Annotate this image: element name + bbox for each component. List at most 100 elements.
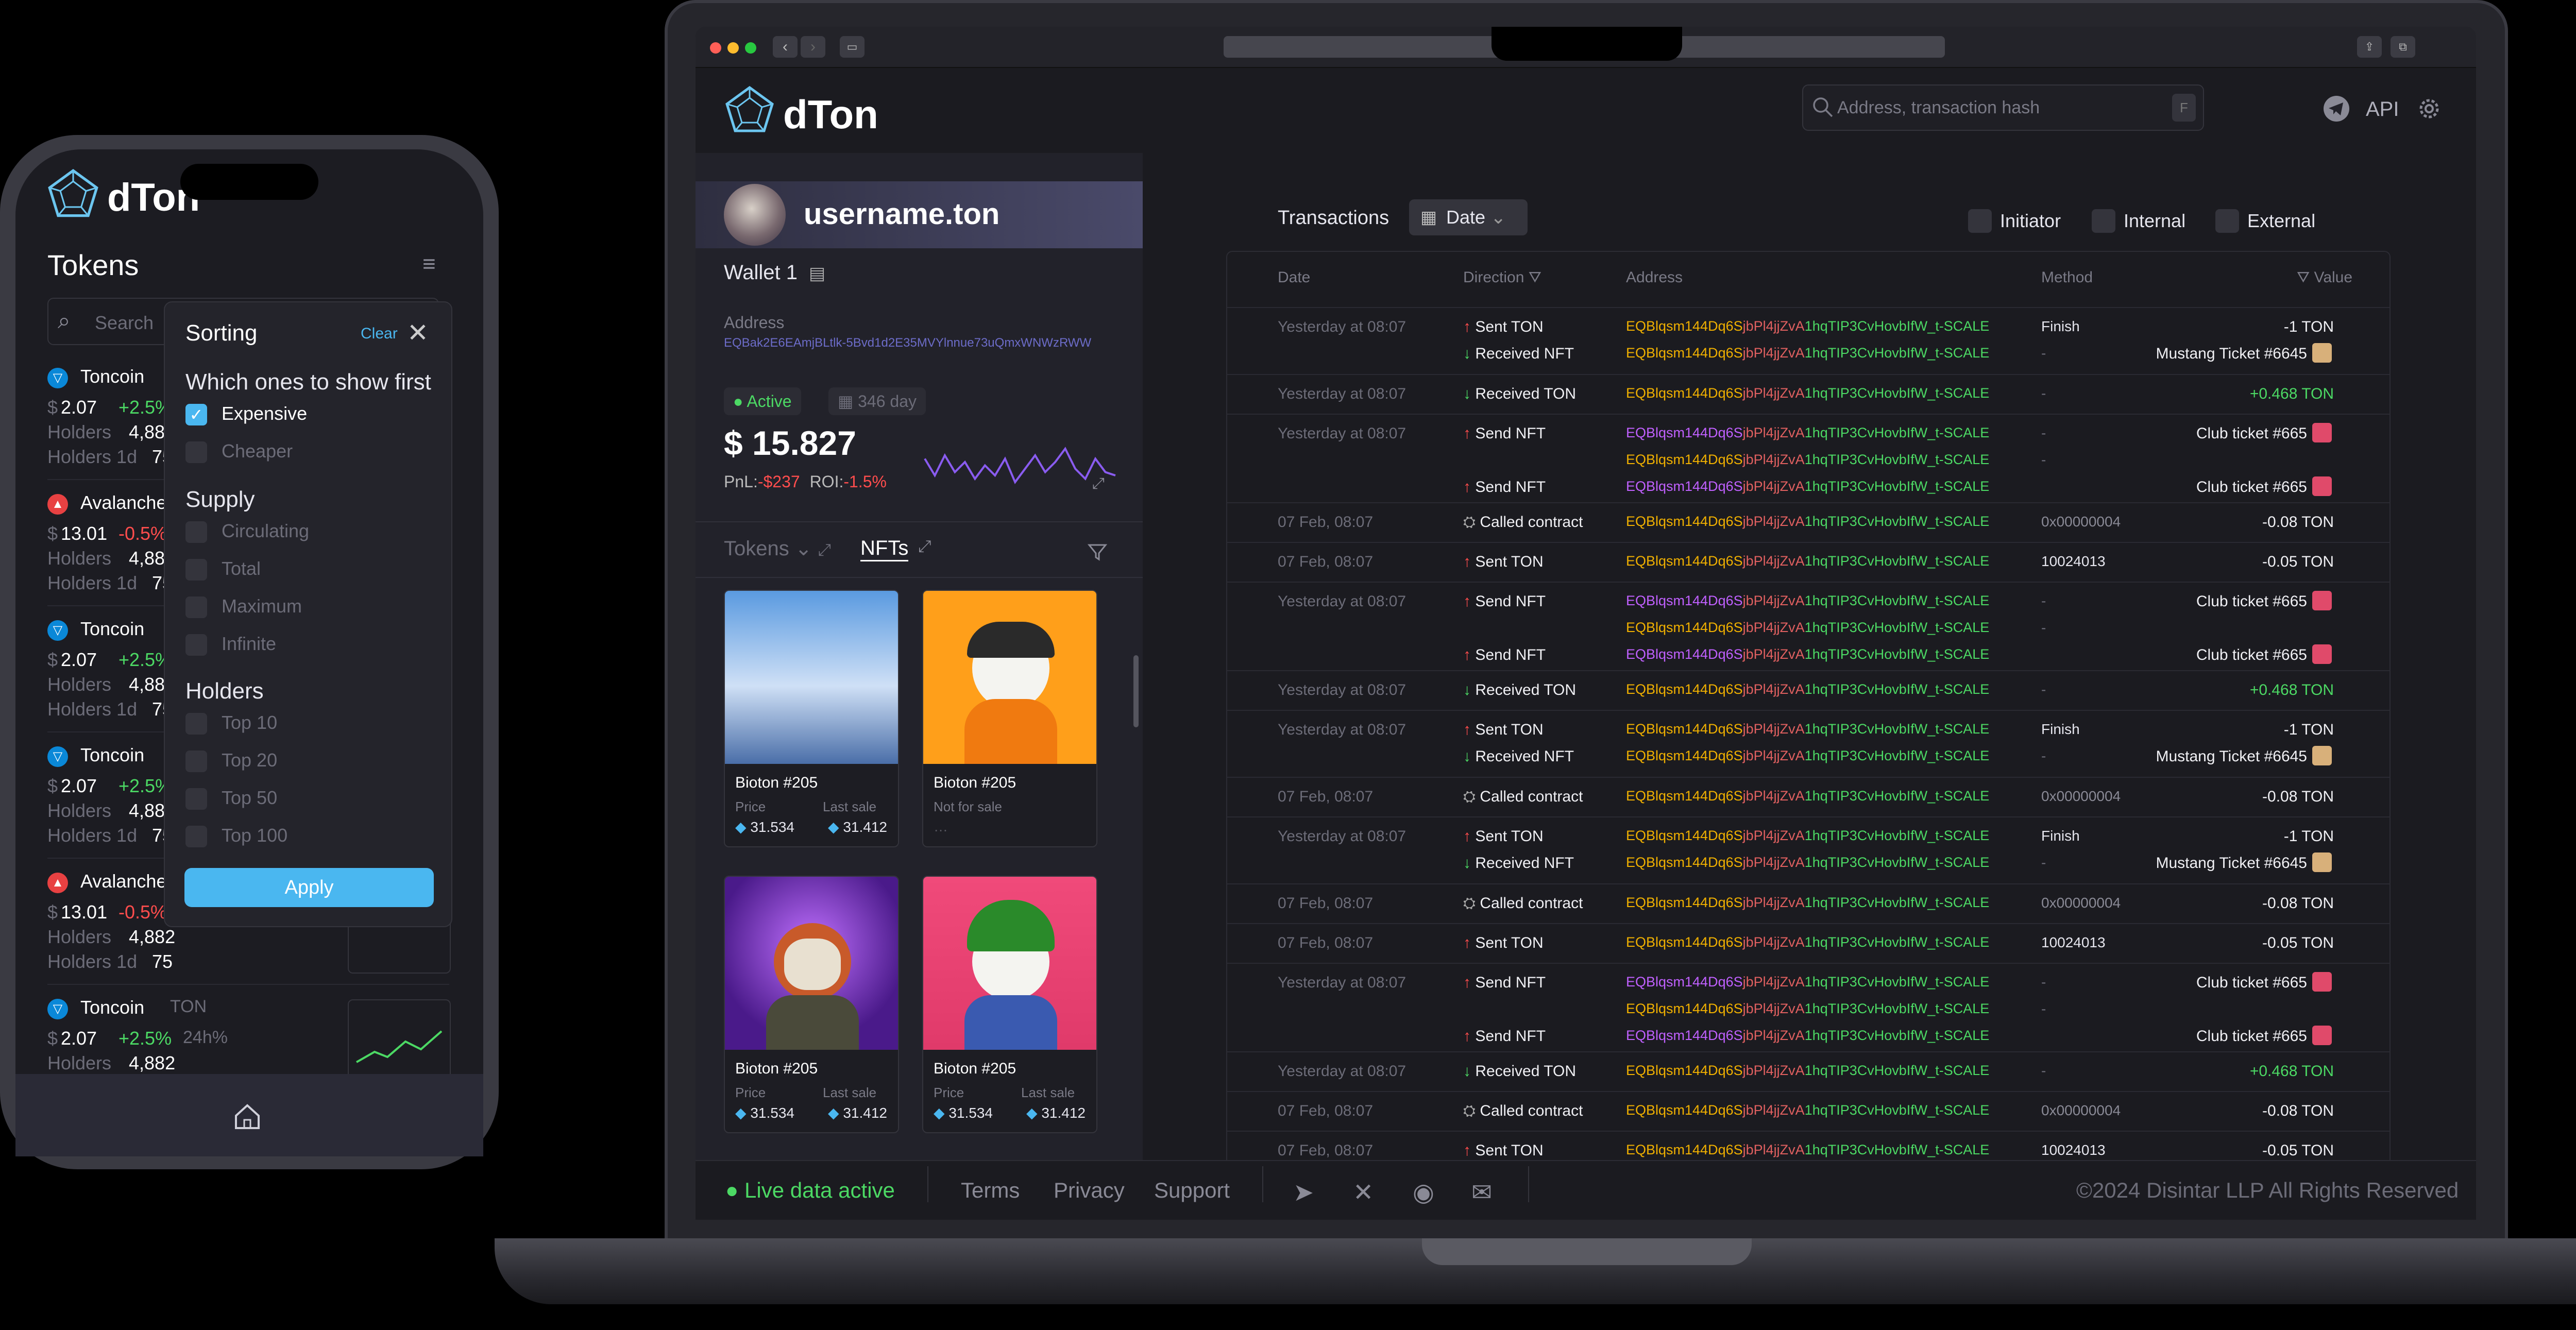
filter-icon[interactable] bbox=[1087, 542, 1108, 562]
share-icon[interactable]: ⇪ bbox=[2357, 36, 2382, 58]
support-link[interactable]: Support bbox=[1154, 1178, 1230, 1203]
tx-address[interactable]: EQBlqsm144Dq6SjbPl4jjZvA1hqTIP3CvHovbIfW… bbox=[1626, 514, 1989, 530]
nft-thumbnail[interactable] bbox=[2312, 746, 2332, 765]
email-icon[interactable]: ✉ bbox=[1471, 1178, 1492, 1207]
tx-address[interactable]: EQBlqsm144Dq6SjbPl4jjZvA1hqTIP3CvHovbIfW… bbox=[1626, 345, 1989, 361]
checkbox[interactable] bbox=[185, 521, 207, 543]
github-icon[interactable]: ◉ bbox=[1413, 1178, 1434, 1207]
nft-card[interactable]: Bioton #205 Price Last sale ◆ 31.534 ◆ 3… bbox=[922, 876, 1097, 1133]
checkbox-checked-icon[interactable]: ✓ bbox=[185, 404, 207, 426]
tx-address[interactable]: EQBlqsm144Dq6SjbPl4jjZvA1hqTIP3CvHovbIfW… bbox=[1626, 1001, 1989, 1017]
initiator-checkbox[interactable] bbox=[1968, 209, 1992, 233]
tx-address[interactable]: EQBlqsm144Dq6SjbPl4jjZvA1hqTIP3CvHovbIfW… bbox=[1626, 1142, 1989, 1158]
close-window-button[interactable] bbox=[710, 42, 721, 54]
brand-name[interactable]: dTon bbox=[783, 91, 878, 138]
tx-address[interactable]: EQBlqsm144Dq6SjbPl4jjZvA1hqTIP3CvHovbIfW… bbox=[1626, 934, 1989, 950]
telegram-icon[interactable]: ➤ bbox=[1293, 1178, 1314, 1207]
tx-address[interactable]: EQBlqsm144Dq6SjbPl4jjZvA1hqTIP3CvHovbIfW… bbox=[1626, 1102, 1989, 1118]
telegram-icon[interactable] bbox=[2323, 95, 2350, 123]
x-twitter-icon[interactable]: ✕ bbox=[1353, 1178, 1374, 1207]
supply-option-infinite[interactable]: Infinite bbox=[185, 633, 276, 656]
terms-link[interactable]: Terms bbox=[961, 1178, 1020, 1203]
wallet-selector[interactable]: Wallet 1 ▤ bbox=[724, 261, 825, 284]
nft-card[interactable]: Bioton #205 Price Last sale ◆ 31.534 ◆ 3… bbox=[724, 876, 899, 1133]
checkbox[interactable] bbox=[185, 596, 207, 619]
tab-nfts[interactable]: NFTs bbox=[860, 537, 909, 561]
back-icon[interactable]: ‹ bbox=[773, 36, 798, 58]
close-icon[interactable]: ✕ bbox=[407, 318, 429, 348]
sort-icon[interactable]: ≡ bbox=[422, 251, 436, 277]
holders-option-top20[interactable]: Top 20 bbox=[185, 749, 277, 773]
column-header-method[interactable]: Method bbox=[2041, 269, 2093, 286]
checkbox[interactable] bbox=[185, 634, 207, 656]
checkbox[interactable] bbox=[185, 441, 207, 464]
holders-option-top100[interactable]: Top 100 bbox=[185, 825, 287, 848]
tab-tokens[interactable]: Tokens ⌄ ⤢ bbox=[724, 537, 831, 560]
table-row[interactable] bbox=[1227, 307, 2389, 374]
internal-checkbox[interactable] bbox=[2092, 209, 2115, 233]
tx-address[interactable]: EQBlqsm144Dq6SjbPl4jjZvA1hqTIP3CvHovbIfW… bbox=[1626, 1028, 1989, 1044]
filter-icon[interactable]: ⛛ bbox=[2297, 269, 2310, 286]
checkbox[interactable] bbox=[185, 559, 207, 581]
expand-icon[interactable]: ⤢ bbox=[918, 537, 931, 556]
expand-chart-icon[interactable]: ⤢ bbox=[1092, 475, 1105, 492]
expand-icon[interactable]: ⤢ bbox=[818, 540, 832, 559]
table-row[interactable] bbox=[1227, 710, 2389, 777]
column-header-date[interactable]: Date bbox=[1278, 269, 1310, 286]
supply-option-maximum[interactable]: Maximum bbox=[185, 595, 302, 619]
clear-button[interactable]: Clear bbox=[361, 325, 398, 343]
tx-address[interactable]: EQBlqsm144Dq6SjbPl4jjZvA1hqTIP3CvHovbIfW… bbox=[1626, 855, 1989, 871]
tx-address[interactable]: EQBlqsm144Dq6SjbPl4jjZvA1hqTIP3CvHovbIfW… bbox=[1626, 425, 1989, 441]
sidebar-toggle-icon[interactable]: ▭ bbox=[840, 36, 865, 58]
column-header-direction[interactable]: Direction ⛛ bbox=[1463, 269, 1541, 286]
zoom-window-button[interactable] bbox=[745, 42, 756, 54]
tx-address[interactable]: EQBlqsm144Dq6SjbPl4jjZvA1hqTIP3CvHovbIfW… bbox=[1626, 1063, 1989, 1079]
nft-thumbnail[interactable] bbox=[2312, 591, 2332, 610]
tx-address[interactable]: EQBlqsm144Dq6SjbPl4jjZvA1hqTIP3CvHovbIfW… bbox=[1626, 479, 1989, 495]
tx-address[interactable]: EQBlqsm144Dq6SjbPl4jjZvA1hqTIP3CvHovbIfW… bbox=[1626, 646, 1989, 662]
tx-address[interactable]: EQBlqsm144Dq6SjbPl4jjZvA1hqTIP3CvHovbIfW… bbox=[1626, 974, 1989, 990]
sort-option-expensive[interactable]: ✓ Expensive bbox=[185, 403, 307, 426]
sort-option-cheaper[interactable]: Cheaper bbox=[185, 440, 293, 464]
tx-address[interactable]: EQBlqsm144Dq6SjbPl4jjZvA1hqTIP3CvHovbIfW… bbox=[1626, 788, 1989, 804]
tx-address[interactable]: EQBlqsm144Dq6SjbPl4jjZvA1hqTIP3CvHovbIfW… bbox=[1626, 385, 1989, 401]
checkbox[interactable] bbox=[185, 788, 207, 810]
nft-thumbnail[interactable] bbox=[2312, 852, 2332, 872]
checkbox[interactable] bbox=[185, 713, 207, 735]
supply-option-circulating[interactable]: Circulating bbox=[185, 520, 309, 543]
dton-logo-icon[interactable] bbox=[724, 84, 775, 136]
dton-logo-icon[interactable] bbox=[46, 167, 100, 221]
panel-scrollbar[interactable] bbox=[1133, 655, 1139, 727]
minimize-window-button[interactable] bbox=[727, 42, 739, 54]
forward-icon[interactable]: › bbox=[801, 36, 825, 58]
avatar[interactable] bbox=[724, 184, 786, 246]
checkbox[interactable] bbox=[185, 751, 207, 773]
nft-thumbnail[interactable] bbox=[2312, 1026, 2332, 1045]
api-link[interactable]: API bbox=[2366, 98, 2399, 121]
apply-button[interactable]: Apply bbox=[184, 868, 434, 907]
tx-address[interactable]: EQBlqsm144Dq6SjbPl4jjZvA1hqTIP3CvHovbIfW… bbox=[1626, 895, 1989, 911]
holders-option-top10[interactable]: Top 10 bbox=[185, 712, 277, 735]
privacy-link[interactable]: Privacy bbox=[1054, 1178, 1125, 1203]
tx-address[interactable]: EQBlqsm144Dq6SjbPl4jjZvA1hqTIP3CvHovbIfW… bbox=[1626, 721, 1989, 737]
checkbox[interactable] bbox=[185, 826, 207, 848]
external-checkbox[interactable] bbox=[2215, 209, 2239, 233]
nft-thumbnail[interactable] bbox=[2312, 476, 2332, 496]
tx-address[interactable]: EQBlqsm144Dq6SjbPl4jjZvA1hqTIP3CvHovbIfW… bbox=[1626, 593, 1989, 609]
nft-card[interactable]: Bioton #205 Price Last sale ◆ 31.534 ◆ 3… bbox=[724, 590, 899, 847]
column-header-value[interactable]: ⛛ Value bbox=[2297, 269, 2352, 286]
holders-option-top50[interactable]: Top 50 bbox=[185, 787, 277, 810]
table-row[interactable] bbox=[1227, 816, 2389, 883]
supply-option-total[interactable]: Total bbox=[185, 558, 261, 581]
nft-thumbnail[interactable] bbox=[2312, 423, 2332, 442]
tx-address[interactable]: EQBlqsm144Dq6SjbPl4jjZvA1hqTIP3CvHovbIfW… bbox=[1626, 828, 1989, 844]
nft-thumbnail[interactable] bbox=[2312, 644, 2332, 664]
column-header-address[interactable]: Address bbox=[1626, 269, 1683, 286]
tx-address[interactable]: EQBlqsm144Dq6SjbPl4jjZvA1hqTIP3CvHovbIfW… bbox=[1626, 748, 1989, 764]
nft-thumbnail[interactable] bbox=[2312, 972, 2332, 992]
date-filter-button[interactable]: ▦ Date ⌄ bbox=[1409, 199, 1528, 235]
home-icon[interactable] bbox=[232, 1102, 263, 1131]
filter-icon[interactable]: ⛛ bbox=[1529, 269, 1541, 286]
tx-address[interactable]: EQBlqsm144Dq6SjbPl4jjZvA1hqTIP3CvHovbIfW… bbox=[1626, 681, 1989, 697]
tx-address[interactable]: EQBlqsm144Dq6SjbPl4jjZvA1hqTIP3CvHovbIfW… bbox=[1626, 620, 1989, 636]
